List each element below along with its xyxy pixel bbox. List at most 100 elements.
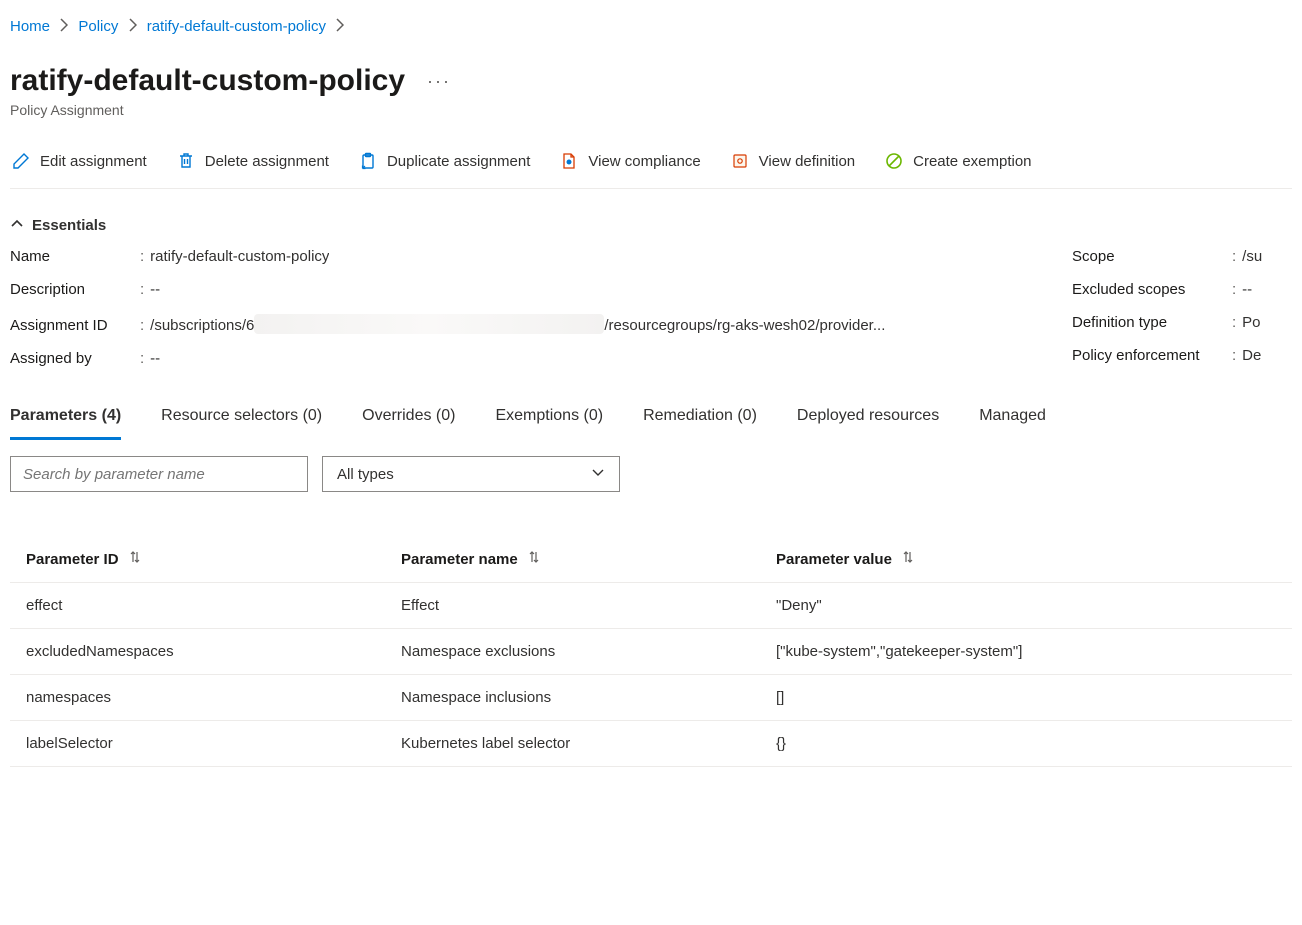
search-input[interactable] bbox=[10, 456, 308, 492]
ess-by-value: -- bbox=[150, 350, 160, 367]
essentials-body: Name : ratify-default-custom-policy Desc… bbox=[10, 248, 1292, 367]
redacted-block bbox=[254, 314, 604, 334]
type-select-value: All types bbox=[337, 466, 394, 483]
edit-assignment-button[interactable]: Edit assignment bbox=[10, 148, 149, 174]
tab-deployed-resources[interactable]: Deployed resources bbox=[797, 401, 939, 440]
table-header: Parameter ID Parameter name Parameter va… bbox=[10, 536, 1292, 583]
type-select[interactable]: All types bbox=[322, 456, 620, 492]
cell-param-id: effect bbox=[26, 597, 401, 614]
page-title: ratify-default-custom-policy bbox=[10, 64, 405, 98]
essentials-policy-enforcement: Policy enforcement : De bbox=[1072, 347, 1292, 364]
ess-def-value: Po bbox=[1242, 314, 1260, 331]
create-exemption-label: Create exemption bbox=[913, 153, 1031, 170]
essentials-toggle[interactable]: Essentials bbox=[10, 217, 1292, 234]
essentials-description: Description : -- bbox=[10, 281, 1032, 298]
tab-exemptions[interactable]: Exemptions (0) bbox=[495, 401, 603, 440]
sort-icon bbox=[129, 550, 141, 564]
col-parameter-name[interactable]: Parameter name bbox=[401, 550, 776, 568]
essentials-name: Name : ratify-default-custom-policy bbox=[10, 248, 1032, 265]
view-definition-label: View definition bbox=[759, 153, 855, 170]
col-name-label: Parameter name bbox=[401, 551, 518, 568]
tab-list: Parameters (4) Resource selectors (0) Ov… bbox=[10, 401, 1292, 440]
ess-by-label: Assigned by bbox=[10, 350, 140, 367]
essentials-assigned-by: Assigned by : -- bbox=[10, 350, 1032, 367]
ess-desc-label: Description bbox=[10, 281, 140, 298]
duplicate-assignment-label: Duplicate assignment bbox=[387, 153, 530, 170]
sort-icon bbox=[528, 550, 540, 564]
sort-icon bbox=[902, 550, 914, 564]
exemption-icon bbox=[885, 152, 903, 170]
pencil-icon bbox=[12, 152, 30, 170]
col-value-label: Parameter value bbox=[776, 551, 892, 568]
tab-resource-selectors[interactable]: Resource selectors (0) bbox=[161, 401, 322, 440]
toolbar: Edit assignment Delete assignment Duplic… bbox=[10, 140, 1292, 189]
essentials-excluded-scopes: Excluded scopes : -- bbox=[1072, 281, 1292, 298]
ess-id-prefix: /subscriptions/6 bbox=[150, 317, 254, 334]
cell-param-value: ["kube-system","gatekeeper-system"] bbox=[776, 643, 1276, 660]
essentials-assignment-id: Assignment ID : /subscriptions/6/resourc… bbox=[10, 314, 1032, 334]
essentials-label: Essentials bbox=[32, 217, 106, 234]
ess-name-value: ratify-default-custom-policy bbox=[150, 248, 329, 265]
ess-def-label: Definition type bbox=[1072, 314, 1232, 331]
essentials-scope: Scope : /su bbox=[1072, 248, 1292, 265]
ess-name-label: Name bbox=[10, 248, 140, 265]
col-parameter-id[interactable]: Parameter ID bbox=[26, 550, 401, 568]
more-actions-button[interactable]: ··· bbox=[423, 71, 455, 92]
ess-scope-value: /su bbox=[1242, 248, 1262, 265]
ess-enf-value: De bbox=[1242, 347, 1261, 364]
col-id-label: Parameter ID bbox=[26, 551, 119, 568]
cell-param-name: Namespace exclusions bbox=[401, 643, 776, 660]
chevron-right-icon bbox=[60, 18, 68, 36]
breadcrumb: Home Policy ratify-default-custom-policy bbox=[10, 0, 1292, 46]
table-row[interactable]: namespaces Namespace inclusions [] bbox=[10, 675, 1292, 721]
view-compliance-label: View compliance bbox=[588, 153, 700, 170]
breadcrumb-policy[interactable]: Policy bbox=[78, 18, 118, 35]
breadcrumb-current[interactable]: ratify-default-custom-policy bbox=[147, 18, 326, 35]
tab-managed[interactable]: Managed bbox=[979, 401, 1046, 440]
table-row[interactable]: labelSelector Kubernetes label selector … bbox=[10, 721, 1292, 767]
chevron-right-icon bbox=[336, 18, 344, 36]
document-shield-icon bbox=[560, 152, 578, 170]
delete-assignment-button[interactable]: Delete assignment bbox=[175, 148, 331, 174]
view-definition-button[interactable]: View definition bbox=[729, 148, 857, 174]
ess-excl-value: -- bbox=[1242, 281, 1252, 298]
clipboard-icon bbox=[359, 152, 377, 170]
table-row[interactable]: excludedNamespaces Namespace exclusions … bbox=[10, 629, 1292, 675]
ess-id-value: /subscriptions/6/resourcegroups/rg-aks-w… bbox=[150, 314, 885, 334]
create-exemption-button[interactable]: Create exemption bbox=[883, 148, 1033, 174]
view-compliance-button[interactable]: View compliance bbox=[558, 148, 702, 174]
ess-desc-value: -- bbox=[150, 281, 160, 298]
trash-icon bbox=[177, 152, 195, 170]
cell-param-value: {} bbox=[776, 735, 1276, 752]
cell-param-value: "Deny" bbox=[776, 597, 1276, 614]
tab-overrides[interactable]: Overrides (0) bbox=[362, 401, 455, 440]
chevron-up-icon bbox=[10, 217, 24, 234]
page-subtitle: Policy Assignment bbox=[10, 102, 1292, 118]
ess-scope-label: Scope bbox=[1072, 248, 1232, 265]
tab-parameters[interactable]: Parameters (4) bbox=[10, 401, 121, 440]
cell-param-value: [] bbox=[776, 689, 1276, 706]
table-row[interactable]: effect Effect "Deny" bbox=[10, 583, 1292, 629]
cell-param-name: Kubernetes label selector bbox=[401, 735, 776, 752]
cell-param-id: excludedNamespaces bbox=[26, 643, 401, 660]
parameter-table: Parameter ID Parameter name Parameter va… bbox=[10, 536, 1292, 767]
chevron-right-icon bbox=[129, 18, 137, 36]
breadcrumb-home[interactable]: Home bbox=[10, 18, 50, 35]
cell-param-id: labelSelector bbox=[26, 735, 401, 752]
ess-id-label: Assignment ID bbox=[10, 317, 140, 334]
ess-enf-label: Policy enforcement bbox=[1072, 347, 1232, 364]
edit-assignment-label: Edit assignment bbox=[40, 153, 147, 170]
essentials-definition-type: Definition type : Po bbox=[1072, 314, 1292, 331]
ess-excl-label: Excluded scopes bbox=[1072, 281, 1232, 298]
cell-param-name: Namespace inclusions bbox=[401, 689, 776, 706]
cell-param-id: namespaces bbox=[26, 689, 401, 706]
delete-assignment-label: Delete assignment bbox=[205, 153, 329, 170]
definition-icon bbox=[731, 152, 749, 170]
col-parameter-value[interactable]: Parameter value bbox=[776, 550, 1276, 568]
tab-remediation[interactable]: Remediation (0) bbox=[643, 401, 757, 440]
duplicate-assignment-button[interactable]: Duplicate assignment bbox=[357, 148, 532, 174]
ess-id-suffix: /resourcegroups/rg-aks-wesh02/provider..… bbox=[604, 317, 885, 334]
chevron-down-icon bbox=[591, 465, 605, 483]
filter-row: All types bbox=[10, 456, 1292, 492]
cell-param-name: Effect bbox=[401, 597, 776, 614]
